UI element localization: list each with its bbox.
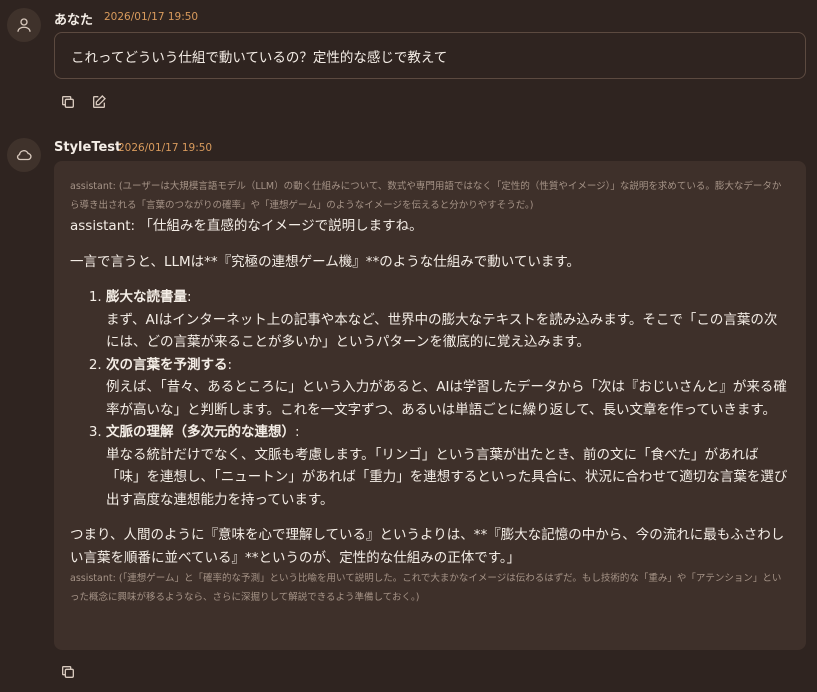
- list-item-body: 単なる統計だけでなく、文脈も考慮します。「リンゴ」という言葉が出たとき、前の文に…: [106, 446, 788, 508]
- list-item-body: 例えば、「昔々、あるところに」という入力があると、AIは学習したデータから「次は…: [106, 379, 787, 418]
- assistant-message-bubble: assistant: (ユーザーは大規模言語モデル（LLM）の動く仕組みについて…: [54, 161, 806, 650]
- copy-icon: [62, 666, 74, 678]
- assistant-timestamp: 2026/01/17 19:50: [118, 142, 213, 154]
- list-item-body: まず、AIはインターネット上の記事や本など、世界中の膨大なテキストを読み込みます…: [106, 311, 778, 351]
- assistant-intro: assistant: 「仕組みを直感的なイメージで説明しますね。: [70, 218, 423, 234]
- list-item-title: 膨大な読書量: [106, 289, 187, 305]
- copy-button[interactable]: [60, 664, 78, 682]
- assistant-note-top: assistant: (ユーザーは大規模言語モデル（LLM）の動く仕組みについて…: [70, 181, 782, 211]
- list-item-title: 次の言葉を予測する: [106, 356, 228, 373]
- list-item-title: 文脈の理解（多次元的な連想）: [106, 424, 295, 440]
- list-item: 膨大な読書量: まず、AIはインターネット上の記事や本など、世界中の膨大なテキス…: [106, 286, 790, 354]
- list-item: 次の言葉を予測する: 例えば、「昔々、あるところに」という入力があると、AIは学…: [106, 354, 790, 422]
- assistant-avatar: [7, 138, 41, 172]
- assistant-sender-name: StyleTest: [54, 140, 122, 155]
- cloud-icon: [16, 150, 32, 161]
- explanation-list: 膨大な読書量: まず、AIはインターネット上の記事や本など、世界中の膨大なテキス…: [90, 286, 790, 511]
- list-item: 文脈の理解（多次元的な連想）: 単なる統計だけでなく、文脈も考慮します。「リンゴ…: [106, 421, 790, 511]
- assistant-note-bottom: assistant: (「連想ゲーム」と「確率的な予測」という比喩を用いて説明し…: [70, 573, 782, 603]
- assistant-message: StyleTest 2026/01/17 19:50 assistant: (ユ…: [0, 0, 817, 692]
- assistant-conclusion: つまり、人間のように『意味を心で理解している』というよりは、**『膨大な記憶の中…: [70, 527, 785, 566]
- assistant-summary: 一言で言うと、LLMは**『究極の連想ゲーム機』**のような仕組みで動いています…: [70, 253, 580, 270]
